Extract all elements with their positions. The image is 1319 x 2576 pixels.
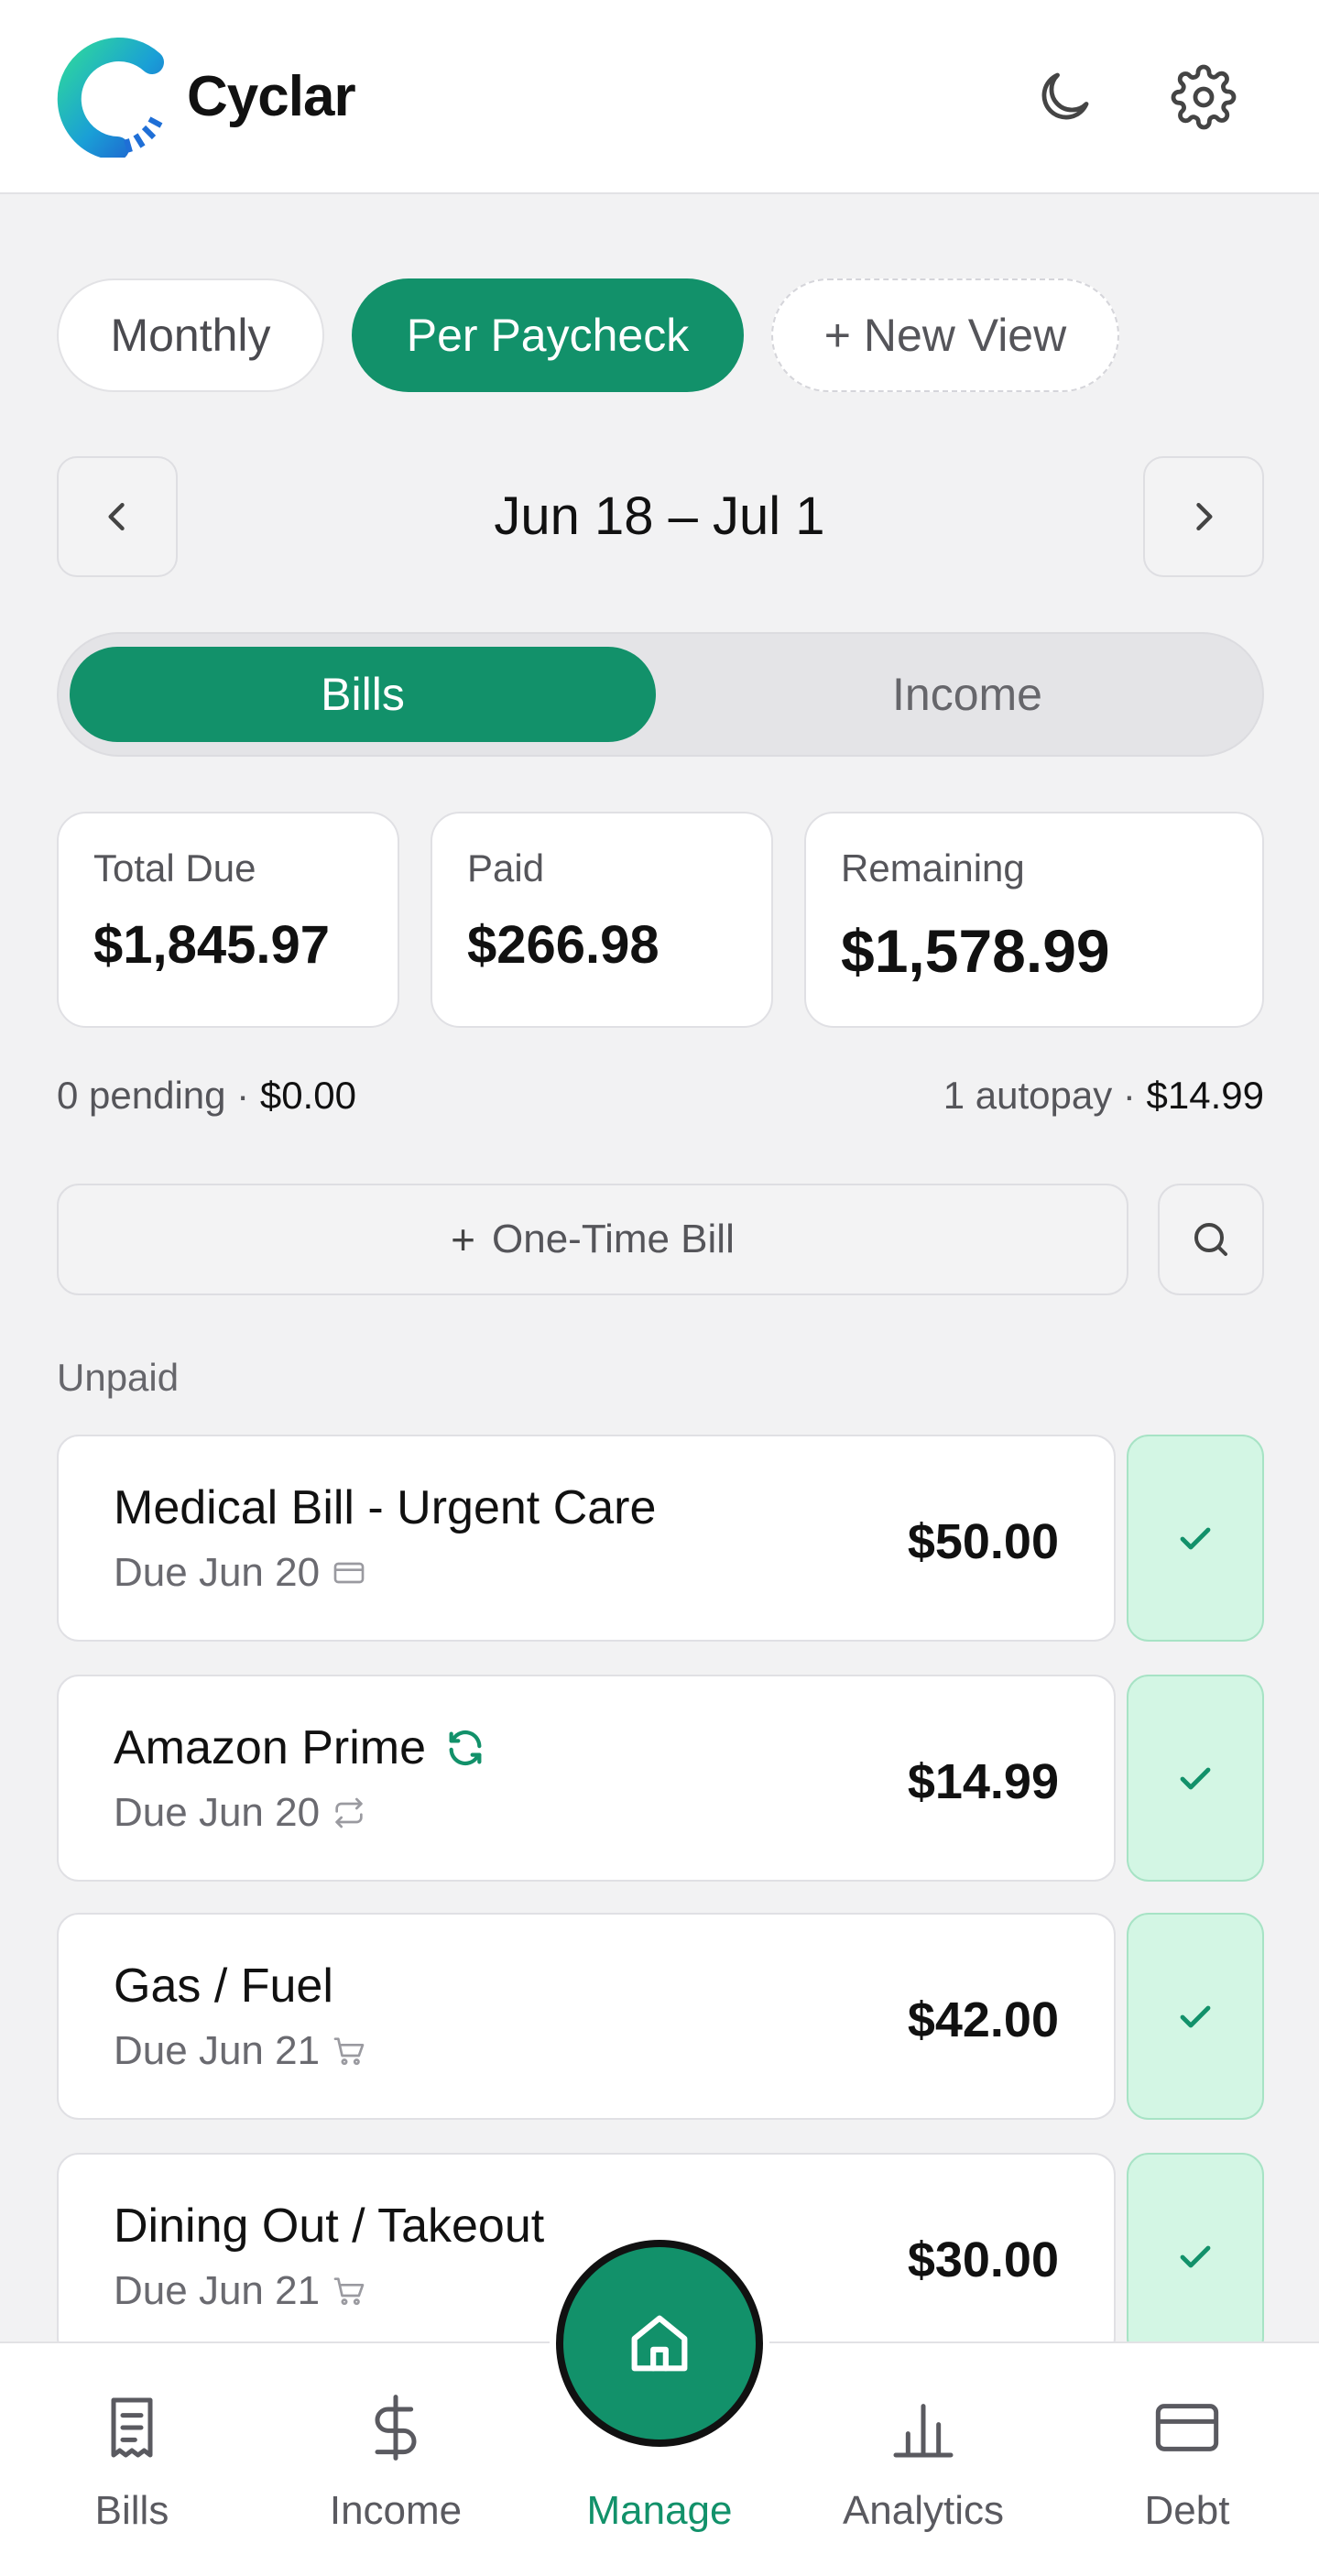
credit-card-icon [333,1562,365,1584]
segment-bills-tab[interactable]: Bills [70,647,656,742]
bill-name-text: Medical Bill - Urgent Care [114,1481,657,1534]
remaining-card: Remaining $1,578.99 [804,812,1264,1028]
chevron-right-icon [1196,502,1213,531]
bill-amount: $50.00 [907,1514,1059,1569]
bills-income-segment: Bills Income [57,632,1264,757]
bill-name-text: Gas / Fuel [114,1959,333,2013]
tab-debt[interactable]: Debt [1077,2343,1297,2576]
total-due-card: Total Due $1,845.97 [57,812,399,1028]
next-period-button[interactable] [1143,456,1264,577]
paid-label: Paid [467,846,545,890]
bill-due-text: Due Jun 20 [114,1550,321,1595]
paid-value: $266.98 [467,915,660,975]
bill-name: Medical Bill - Urgent Care [114,1480,656,1535]
app-header: Cyclar [0,0,1319,194]
total-due-value: $1,845.97 [93,915,331,975]
dollar-icon [375,2395,417,2461]
autopay-text: 1 autopay · [943,1074,1147,1117]
pending-summary: 0 pending · $0.00 [57,1074,356,1118]
paid-card: Paid $266.98 [431,812,773,1028]
search-icon [1194,1223,1227,1256]
remaining-value: $1,578.99 [841,917,1110,985]
bar-chart-icon [893,2404,954,2458]
bill-due-date: Due Jun 21 [114,2268,367,2314]
mark-paid-button[interactable] [1127,2153,1264,2360]
pending-amount: $0.00 [259,1074,356,1117]
chevron-left-icon [108,502,125,531]
dark-mode-toggle[interactable] [1028,60,1101,134]
view-monthly-button[interactable]: Monthly [57,278,324,392]
bill-name: Dining Out / Takeout [114,2199,544,2254]
search-button[interactable] [1158,1184,1264,1295]
plus-icon: + [451,1216,475,1263]
tab-bills[interactable]: Bills [22,2343,242,2576]
new-view-button[interactable]: + New View [771,278,1119,392]
add-one-time-bill-label: One-Time Bill [492,1217,735,1261]
bill-due-date: Due Jun 20 [114,1790,367,1836]
view-per-paycheck-button[interactable]: Per Paycheck [352,278,744,392]
mark-paid-button[interactable] [1127,1675,1264,1882]
tab-debt-label: Debt [1144,2488,1230,2533]
bill-name-text: Amazon Prime [114,1721,426,1774]
bill-row[interactable]: Amazon Prime Due Jun 20 $14.99 [57,1675,1116,1882]
total-due-label: Total Due [93,846,256,890]
repeat-icon [335,1797,363,1828]
settings-button[interactable] [1167,60,1240,134]
remaining-label: Remaining [841,846,1025,890]
cyclar-logo-icon [57,38,164,158]
check-icon [1180,1767,1211,1790]
bill-due-date: Due Jun 21 [114,2028,367,2074]
tab-analytics-label: Analytics [842,2488,1005,2533]
cart-icon [333,2037,365,2066]
bill-due-text: Due Jun 20 [114,1790,321,1835]
unpaid-section-label: Unpaid [57,1356,180,1399]
home-fab-button[interactable] [550,2233,769,2453]
bill-amount: $14.99 [907,1754,1059,1809]
tab-bills-label: Bills [94,2488,169,2533]
check-icon [1180,2005,1211,2028]
mark-paid-button[interactable] [1127,1913,1264,2120]
bill-due-text: Due Jun 21 [114,2268,321,2313]
tab-manage-label: Manage [586,2488,733,2533]
bill-row[interactable]: Medical Bill - Urgent Care Due Jun 20 $5… [57,1435,1116,1642]
autopay-amount: $14.99 [1146,1074,1264,1117]
tab-income[interactable]: Income [286,2343,506,2576]
moon-icon [1041,72,1089,120]
autopay-sync-icon [449,1730,482,1765]
pending-text: 0 pending · [57,1074,260,1117]
bill-name: Amazon Prime [114,1720,486,1775]
check-icon [1180,1527,1211,1550]
bill-name: Gas / Fuel [114,1959,333,2014]
bill-name-text: Dining Out / Takeout [114,2199,545,2253]
bill-amount: $42.00 [907,1992,1059,2047]
check-icon [1180,2245,1211,2268]
autopay-summary: 1 autopay · $14.99 [943,1074,1264,1118]
bill-due-date: Due Jun 20 [114,1550,367,1596]
cart-icon [333,2277,365,2306]
segment-income-tab[interactable]: Income [683,647,1251,742]
mark-paid-button[interactable] [1127,1435,1264,1642]
add-one-time-bill-button[interactable]: + One-Time Bill [57,1184,1128,1295]
previous-period-button[interactable] [57,456,178,577]
receipt-icon [111,2397,153,2458]
app-title: Cyclar [187,65,356,128]
tab-income-label: Income [329,2488,463,2533]
gear-icon [1171,64,1237,130]
tab-analytics[interactable]: Analytics [813,2343,1033,2576]
period-date-range: Jun 18 – Jul 1 [494,486,825,546]
bill-due-text: Due Jun 21 [114,2028,321,2073]
home-icon [631,2315,688,2372]
bill-amount: $30.00 [907,2232,1059,2287]
credit-card-icon [1155,2404,1219,2451]
bill-row[interactable]: Gas / Fuel Due Jun 21 $42.00 [57,1913,1116,2120]
home-fab-inner [556,2240,763,2447]
